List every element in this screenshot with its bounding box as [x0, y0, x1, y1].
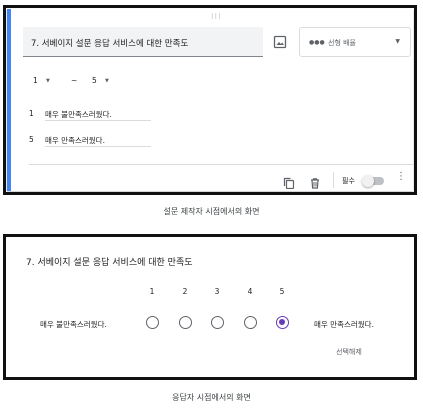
scale-max-value[interactable]: 5: [92, 76, 97, 85]
more-vert-icon[interactable]: ⋮: [396, 172, 406, 182]
caret-down-icon: ▼: [395, 38, 400, 45]
copy-icon[interactable]: [283, 174, 295, 190]
question-title-input[interactable]: 7. 서베이지 설문 응답 서비스에 대한 만족도: [23, 27, 263, 57]
high-label-input[interactable]: 매우 만족스러웠다.: [45, 133, 151, 147]
max-caret-down-icon[interactable]: ▼: [105, 78, 109, 84]
question-type-label: 선형 배율: [328, 39, 356, 47]
scale-number-5: 5: [279, 287, 285, 296]
toggle-knob: [362, 175, 374, 187]
delete-icon[interactable]: [309, 174, 321, 189]
question-type-dropdown[interactable]: ●●● 선형 배율 ▼: [299, 27, 411, 57]
radio-option-1[interactable]: [146, 316, 159, 329]
low-label-input[interactable]: 매우 불만족스러웠다.: [45, 107, 151, 121]
radio-option-2[interactable]: [179, 316, 192, 329]
radio-option-3[interactable]: [211, 316, 224, 329]
footer-divider: [29, 164, 413, 165]
question-card: ⁝⁝⁝ 7. 서베이지 설문 응답 서비스에 대한 만족도 ●●● 선형 배율 …: [7, 9, 413, 191]
scale-number-4: 4: [247, 287, 253, 296]
respondent-low-label: 매우 불만족스러웠다.: [40, 320, 107, 329]
required-label: 필수: [342, 177, 355, 185]
footer-separator: [333, 172, 334, 188]
linear-scale-icon: ●●●: [309, 39, 325, 46]
respondent-question-title: 7. 서베이지 설문 응답 서비스에 대한 만족도: [26, 258, 193, 268]
scale-number-3: 3: [214, 287, 220, 296]
clear-selection-button[interactable]: 선택해제: [336, 347, 362, 357]
low-label-number: 1: [29, 109, 34, 118]
respondent-caption: 응답자 시점에서의 화면: [172, 393, 251, 402]
high-label-number: 5: [29, 135, 34, 144]
radio-option-5[interactable]: [276, 316, 289, 329]
editor-caption: 설문 제작자 시점에서의 화면: [163, 207, 260, 216]
radio-option-4[interactable]: [244, 316, 257, 329]
required-toggle[interactable]: [362, 175, 384, 187]
scale-number-2: 2: [182, 287, 188, 296]
min-caret-down-icon[interactable]: ▼: [46, 78, 50, 84]
image-icon[interactable]: [273, 34, 287, 49]
respondent-high-label: 매우 만족스러웠다.: [314, 320, 374, 329]
editor-view-frame: ⁝⁝⁝ 7. 서베이지 설문 응답 서비스에 대한 만족도 ●●● 선형 배율 …: [3, 5, 417, 195]
scale-tilde: ~: [71, 76, 78, 85]
respondent-view-frame: 7. 서베이지 설문 응답 서비스에 대한 만족도 1 2 3 4 5 매우 불…: [3, 234, 417, 380]
scale-number-1: 1: [149, 287, 155, 296]
scale-min-value[interactable]: 1: [33, 76, 38, 85]
drag-handle-icon[interactable]: ⁝⁝⁝: [211, 13, 222, 21]
